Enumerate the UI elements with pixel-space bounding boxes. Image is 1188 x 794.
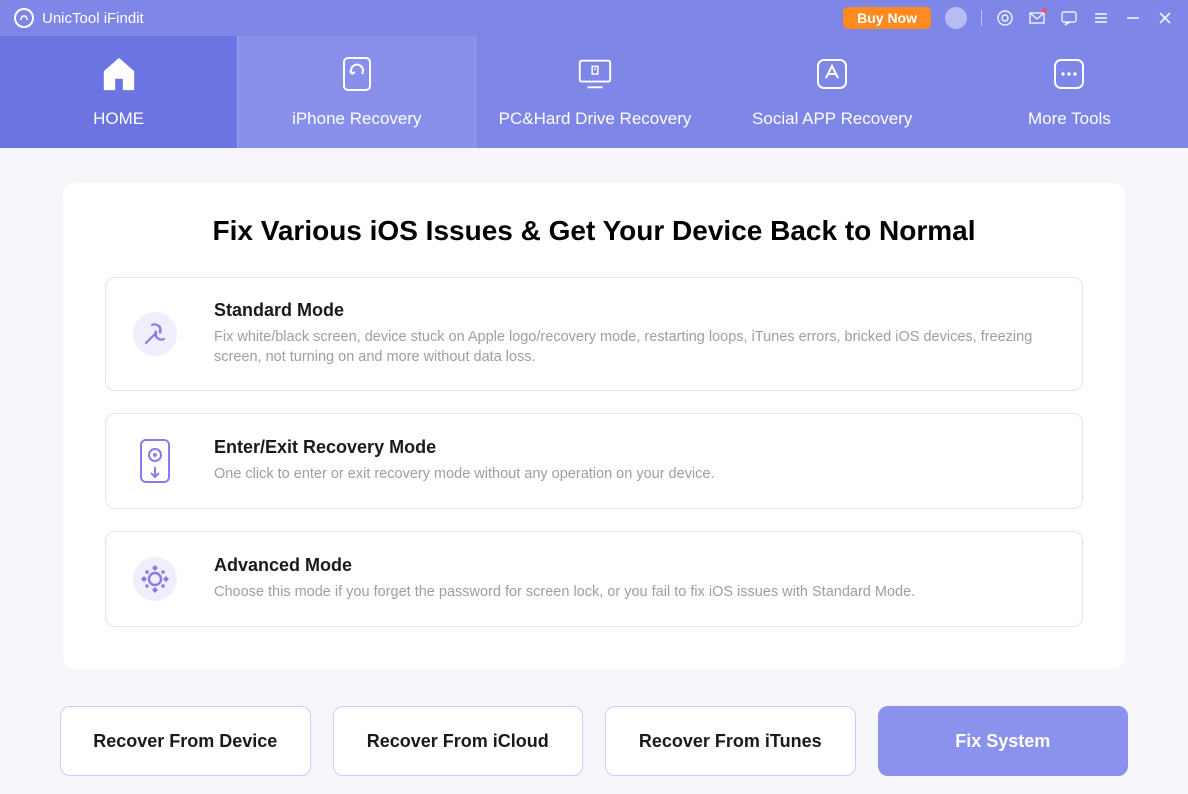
mode-recovery-title: Enter/Exit Recovery Mode: [214, 437, 1058, 458]
mode-standard-desc: Fix white/black screen, device stuck on …: [214, 327, 1058, 368]
mode-advanced-desc: Choose this mode if you forget the passw…: [214, 582, 1058, 602]
tab-iphone-recovery[interactable]: iPhone Recovery: [237, 36, 476, 148]
tab-pc-recovery[interactable]: PC&Hard Drive Recovery: [476, 36, 713, 148]
recover-from-itunes-button[interactable]: Recover From iTunes: [605, 706, 856, 776]
feedback-icon[interactable]: [1060, 9, 1078, 27]
tab-iphone-recovery-label: iPhone Recovery: [292, 109, 421, 129]
mode-standard-text: Standard Mode Fix white/black screen, de…: [214, 300, 1058, 368]
page-title: Fix Various iOS Issues & Get Your Device…: [105, 215, 1083, 247]
recover-from-icloud-button[interactable]: Recover From iCloud: [333, 706, 584, 776]
nav-tabs: HOME iPhone Recovery PC&Hard Drive Recov…: [0, 36, 1188, 148]
tab-more-tools[interactable]: More Tools: [951, 36, 1188, 148]
minimize-icon[interactable]: [1124, 9, 1142, 27]
mode-advanced-text: Advanced Mode Choose this mode if you fo…: [214, 555, 1058, 602]
mode-recovery-desc: One click to enter or exit recovery mode…: [214, 464, 1058, 484]
tab-social-app-recovery[interactable]: Social APP Recovery: [714, 36, 951, 148]
mode-standard[interactable]: Standard Mode Fix white/black screen, de…: [105, 277, 1083, 391]
app-logo-icon: [14, 8, 34, 28]
user-avatar-icon[interactable]: [945, 7, 967, 29]
mode-advanced[interactable]: Advanced Mode Choose this mode if you fo…: [105, 531, 1083, 627]
pc-recovery-icon: [576, 55, 614, 93]
bottom-actions: Recover From Device Recover From iCloud …: [60, 706, 1128, 776]
main-content: Fix Various iOS Issues & Get Your Device…: [0, 148, 1188, 669]
settings-icon[interactable]: [996, 9, 1014, 27]
social-app-icon: [813, 55, 851, 93]
tab-home[interactable]: HOME: [0, 36, 237, 148]
app-title: UnicTool iFindit: [42, 10, 144, 27]
tab-social-app-recovery-label: Social APP Recovery: [752, 109, 912, 129]
app-logo-area: UnicTool iFindit: [14, 8, 144, 28]
home-icon: [100, 55, 138, 93]
tab-home-label: HOME: [93, 109, 144, 129]
mail-icon[interactable]: [1028, 9, 1046, 27]
iphone-recovery-icon: [338, 55, 376, 93]
tab-pc-recovery-label: PC&Hard Drive Recovery: [499, 109, 692, 129]
tab-more-tools-label: More Tools: [1028, 109, 1111, 129]
hamburger-menu-icon[interactable]: [1092, 9, 1110, 27]
close-icon[interactable]: [1156, 9, 1174, 27]
mode-standard-title: Standard Mode: [214, 300, 1058, 321]
mode-advanced-title: Advanced Mode: [214, 555, 1058, 576]
recover-from-device-button[interactable]: Recover From Device: [60, 706, 311, 776]
titlebar: UnicTool iFindit Buy Now: [0, 0, 1188, 36]
advanced-mode-icon: [130, 554, 180, 604]
more-tools-icon: [1050, 55, 1088, 93]
buy-now-button[interactable]: Buy Now: [843, 7, 931, 29]
mode-recovery-text: Enter/Exit Recovery Mode One click to en…: [214, 437, 1058, 484]
recovery-mode-icon: [130, 436, 180, 486]
header-controls: Buy Now: [843, 7, 1174, 29]
main-panel: Fix Various iOS Issues & Get Your Device…: [63, 183, 1125, 669]
mode-recovery[interactable]: Enter/Exit Recovery Mode One click to en…: [105, 413, 1083, 509]
header-divider: [981, 10, 982, 26]
standard-mode-icon: [130, 309, 180, 359]
fix-system-button[interactable]: Fix System: [878, 706, 1129, 776]
